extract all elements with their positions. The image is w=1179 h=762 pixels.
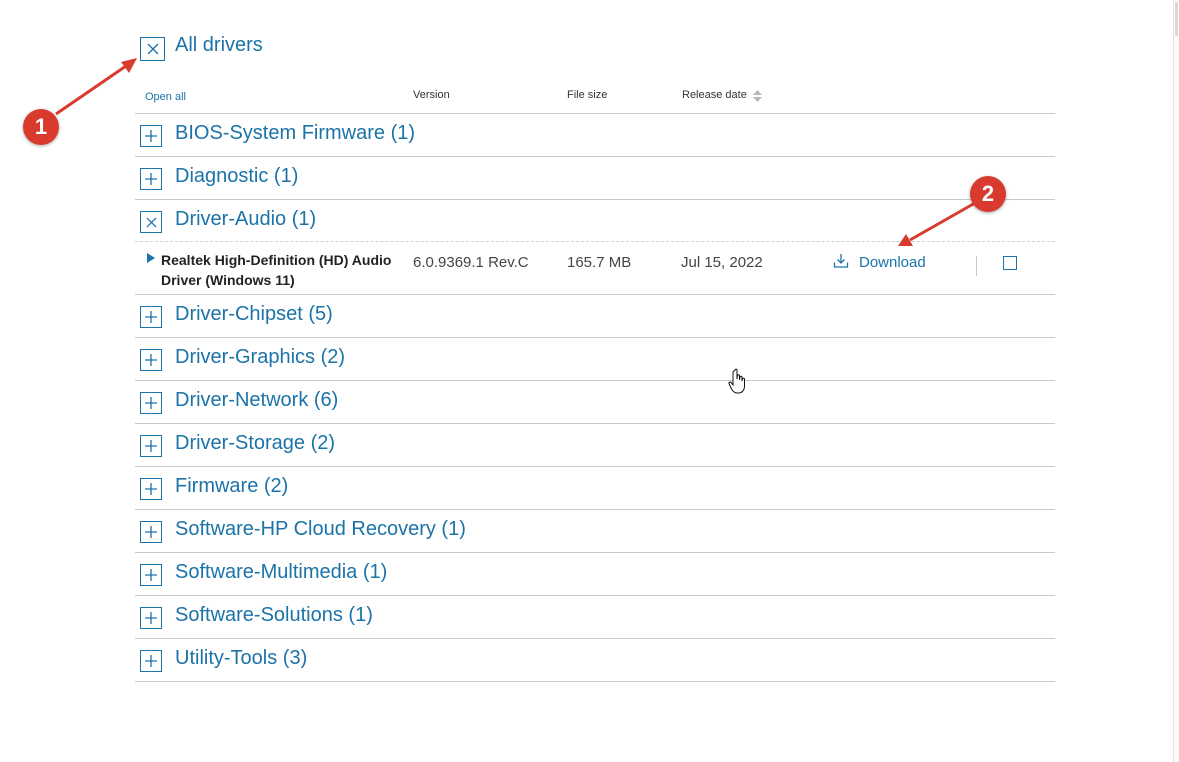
driver-release-date: Jul 15, 2022 — [681, 254, 763, 271]
expand-button[interactable] — [140, 435, 162, 457]
annotation-badge-1: 1 — [23, 109, 59, 145]
collapse-button[interactable] — [140, 211, 162, 233]
category-label[interactable]: Software-HP Cloud Recovery (1) — [175, 518, 466, 541]
row-divider — [135, 337, 1055, 338]
header-divider — [135, 113, 1055, 114]
scrollbar-thumb[interactable] — [1175, 2, 1178, 36]
row-divider — [135, 638, 1055, 639]
download-icon[interactable] — [833, 253, 849, 269]
driver-name[interactable]: Realtek High-Definition (HD) Audio Drive… — [161, 250, 401, 290]
row-divider — [135, 466, 1055, 467]
sort-icon[interactable] — [752, 89, 763, 103]
category-label[interactable]: Driver-Audio (1) — [175, 208, 316, 231]
close-icon — [145, 216, 157, 228]
expand-button[interactable] — [140, 125, 162, 147]
hand-cursor-icon — [728, 368, 745, 394]
expand-button[interactable] — [140, 349, 162, 371]
close-icon — [147, 43, 158, 55]
expand-button[interactable] — [140, 564, 162, 586]
driver-file-size: 165.7 MB — [567, 254, 632, 271]
expand-button[interactable] — [140, 392, 162, 414]
plus-icon — [145, 397, 157, 409]
category-label[interactable]: Utility-Tools (3) — [175, 647, 307, 670]
row-divider — [135, 509, 1055, 510]
plus-icon — [145, 483, 157, 495]
expand-button[interactable] — [140, 168, 162, 190]
category-label[interactable]: Driver-Network (6) — [175, 389, 338, 412]
category-label[interactable]: Diagnostic (1) — [175, 165, 298, 188]
version-column-header: Version — [413, 89, 450, 101]
expand-button[interactable] — [140, 478, 162, 500]
drivers-page: All drivers Open all Version File size R… — [0, 0, 1179, 762]
row-divider — [135, 681, 1055, 682]
category-label[interactable]: Firmware (2) — [175, 475, 288, 498]
expand-button[interactable] — [140, 650, 162, 672]
collapse-all-drivers-button[interactable] — [140, 37, 165, 61]
plus-icon — [145, 612, 157, 624]
driver-name-line2: Driver (Windows 11) — [161, 272, 295, 288]
open-all-link[interactable]: Open all — [145, 91, 186, 103]
file-size-column-header: File size — [567, 89, 608, 101]
annotation-arrowhead-1 — [121, 58, 137, 73]
category-label[interactable]: BIOS-System Firmware (1) — [175, 122, 415, 145]
scrollbar-track[interactable] — [1173, 0, 1179, 762]
category-label[interactable]: Driver-Chipset (5) — [175, 303, 333, 326]
column-separator — [976, 256, 977, 276]
plus-icon — [145, 173, 157, 185]
expand-button[interactable] — [140, 521, 162, 543]
driver-name-line1: Realtek High-Definition (HD) Audio — [161, 252, 392, 268]
row-divider — [135, 294, 1055, 295]
row-divider — [135, 595, 1055, 596]
expand-details-arrow-icon[interactable] — [147, 253, 155, 263]
category-label[interactable]: Software-Multimedia (1) — [175, 561, 387, 584]
row-divider — [135, 380, 1055, 381]
row-divider-dashed — [135, 241, 1055, 242]
plus-icon — [145, 354, 157, 366]
row-divider — [135, 423, 1055, 424]
all-drivers-title[interactable]: All drivers — [175, 34, 263, 57]
release-date-column-header[interactable]: Release date — [682, 89, 747, 101]
category-label[interactable]: Driver-Graphics (2) — [175, 346, 345, 369]
row-divider — [135, 199, 1055, 200]
plus-icon — [145, 130, 157, 142]
plus-icon — [145, 440, 157, 452]
expand-button[interactable] — [140, 607, 162, 629]
select-driver-checkbox[interactable] — [1003, 256, 1017, 270]
plus-icon — [145, 569, 157, 581]
annotation-arrowhead-2 — [898, 234, 913, 246]
annotation-arrow-1 — [55, 64, 127, 116]
annotation-arrow-2 — [909, 201, 976, 242]
download-button[interactable]: Download — [859, 254, 926, 271]
row-divider — [135, 552, 1055, 553]
plus-icon — [145, 655, 157, 667]
annotation-badge-2: 2 — [970, 176, 1006, 212]
plus-icon — [145, 526, 157, 538]
category-label[interactable]: Driver-Storage (2) — [175, 432, 335, 455]
plus-icon — [145, 311, 157, 323]
expand-button[interactable] — [140, 306, 162, 328]
category-label[interactable]: Software-Solutions (1) — [175, 604, 373, 627]
driver-version: 6.0.9369.1 Rev.C — [413, 254, 529, 271]
row-divider — [135, 156, 1055, 157]
